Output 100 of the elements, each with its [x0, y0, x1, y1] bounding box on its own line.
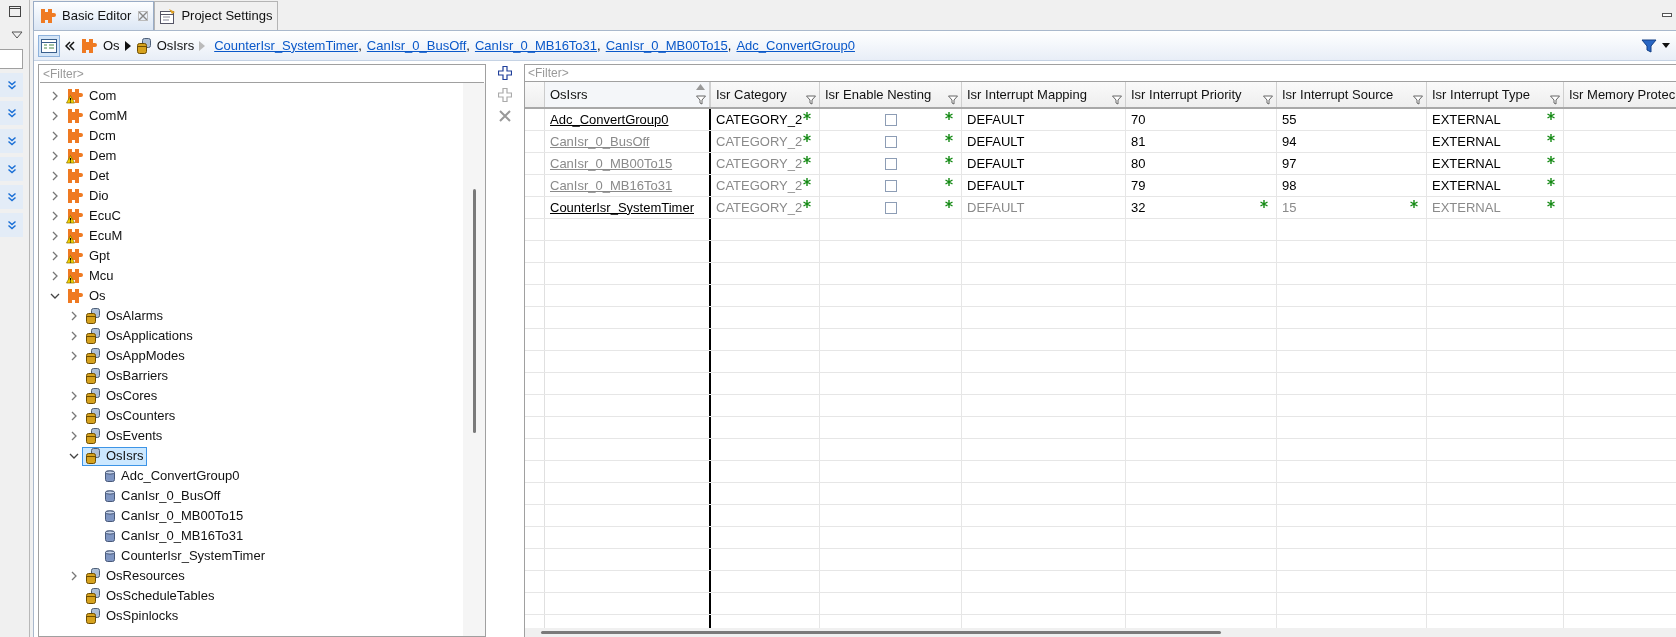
reference-link[interactable]: CanIsr_0_MB00To15 — [605, 35, 728, 56]
column-header[interactable]: Isr Category — [711, 82, 820, 107]
scrollbar-thumb[interactable] — [541, 631, 1221, 634]
tree-item[interactable]: CanIsr_0_MB00To15 — [101, 506, 247, 526]
chevron-right-icon[interactable] — [50, 111, 60, 121]
breadcrumb-item[interactable]: Os — [103, 35, 120, 56]
checkbox[interactable] — [884, 157, 897, 170]
expand-button[interactable] — [0, 73, 23, 97]
reference-link[interactable]: Adc_ConvertGroup0 — [736, 35, 855, 56]
row-link[interactable]: CanIsr_0_BusOff — [550, 131, 650, 152]
double-chevron-icon[interactable] — [65, 40, 75, 51]
tree-item[interactable]: CounterIsr_SystemTimer — [101, 546, 268, 566]
expand-button[interactable] — [0, 185, 23, 209]
scrollbar-thumb[interactable] — [472, 189, 476, 433]
tree-item[interactable]: Adc_ConvertGroup0 — [101, 466, 243, 486]
tree-item[interactable]: OsCounters — [82, 406, 179, 426]
column-header[interactable]: Isr Memory Protec — [1564, 82, 1676, 107]
tree-item[interactable]: Gpt — [63, 246, 113, 266]
editor-view-button[interactable] — [38, 34, 60, 57]
filter-icon[interactable] — [1112, 95, 1122, 105]
filter-icon[interactable] — [806, 95, 816, 105]
editor-tab[interactable]: Project Settings — [154, 1, 279, 30]
chevron-right-icon[interactable] — [69, 311, 79, 321]
tree-item[interactable]: OsEvents — [82, 426, 166, 446]
chevron-right-icon[interactable] — [50, 131, 60, 141]
chevron-right-icon[interactable] — [50, 271, 60, 281]
chevron-right-icon[interactable] — [50, 91, 60, 101]
maximize-icon[interactable] — [8, 6, 21, 17]
row-link[interactable]: Adc_ConvertGroup0 — [550, 109, 669, 130]
chevron-right-icon[interactable] — [50, 191, 60, 201]
chevron-right-icon[interactable] — [50, 211, 60, 221]
filter-icon[interactable] — [1641, 37, 1657, 54]
expand-button[interactable] — [0, 129, 23, 153]
checkbox[interactable] — [884, 179, 897, 192]
tree-item[interactable]: Det — [63, 166, 113, 186]
tree-item[interactable]: Mcu — [63, 266, 117, 286]
filter-field[interactable]: <Filter> — [40, 65, 484, 83]
input-field[interactable] — [0, 49, 23, 69]
row-link[interactable]: CanIsr_0_MB16To31 — [550, 175, 673, 196]
tree-item[interactable]: CanIsr_0_MB16To31 — [101, 526, 247, 546]
close-icon[interactable] — [138, 11, 149, 21]
expand-button[interactable] — [0, 157, 23, 181]
column-header[interactable]: Isr Enable Nesting — [820, 82, 962, 107]
filter-icon[interactable] — [696, 95, 706, 105]
chevron-right-icon[interactable] — [50, 251, 60, 261]
caret-icon[interactable] — [1662, 43, 1670, 48]
tree-item[interactable]: OsAlarms — [82, 306, 167, 326]
checkbox[interactable] — [884, 113, 897, 126]
tree-item[interactable]: EcuM — [63, 226, 126, 246]
checkbox[interactable] — [884, 201, 897, 214]
delete-icon[interactable] — [499, 110, 511, 122]
expand-button[interactable] — [0, 101, 23, 125]
chevron-down-icon[interactable] — [50, 291, 60, 301]
tree-item[interactable]: Dio — [63, 186, 112, 206]
add-icon[interactable] — [498, 66, 512, 80]
chevron-right-icon[interactable] — [50, 151, 60, 161]
expand-button[interactable] — [0, 213, 23, 237]
chevron-right-icon[interactable] — [69, 411, 79, 421]
row-link[interactable]: CounterIsr_SystemTimer — [550, 197, 694, 218]
row-link[interactable]: CanIsr_0_MB00To15 — [550, 153, 673, 174]
column-header[interactable]: Isr Interrupt Priority — [1126, 82, 1277, 107]
tree-item[interactable]: OsSpinlocks — [82, 606, 182, 626]
tree-item[interactable]: OsBarriers — [82, 366, 172, 386]
filter-icon[interactable] — [1263, 95, 1273, 105]
column-header[interactable]: Isr Interrupt Source — [1277, 82, 1427, 107]
chevron-right-icon[interactable] — [50, 171, 60, 181]
tree-item[interactable]: Dem — [63, 146, 120, 166]
checkbox[interactable] — [884, 135, 897, 148]
dropdown-icon[interactable] — [11, 31, 23, 39]
tree-item[interactable]: ComM — [63, 106, 131, 126]
filter-icon[interactable] — [1550, 95, 1560, 105]
column-header[interactable]: OsIsrs — [545, 82, 711, 107]
chevron-right-icon[interactable] — [69, 351, 79, 361]
tree-item[interactable]: OsResources — [82, 566, 188, 586]
chevron-right-icon[interactable] — [69, 431, 79, 441]
chevron-down-icon[interactable] — [69, 451, 79, 461]
tree-item[interactable]: Dcm — [63, 126, 119, 146]
tree-item[interactable]: OsApplications — [82, 326, 196, 346]
breadcrumb-item[interactable]: OsIsrs — [156, 35, 195, 56]
add-child-icon[interactable] — [498, 88, 512, 102]
tree-item[interactable]: CanIsr_0_BusOff — [101, 486, 224, 506]
minimize-icon[interactable] — [1662, 12, 1672, 18]
column-header[interactable]: Isr Interrupt Type — [1427, 82, 1564, 107]
chevron-right-icon[interactable] — [69, 331, 79, 341]
triangle-right-icon[interactable] — [124, 40, 131, 51]
tree-item[interactable]: OsIsrs — [82, 446, 147, 466]
tree-item[interactable]: OsScheduleTables — [82, 586, 218, 606]
editor-tab[interactable]: Basic Editor — [33, 1, 155, 30]
tree-item[interactable]: OsAppModes — [82, 346, 188, 366]
tree-item[interactable]: Com — [63, 86, 120, 106]
filter-icon[interactable] — [1413, 95, 1423, 105]
filter-icon[interactable] — [948, 95, 958, 105]
tree-item[interactable]: OsCores — [82, 386, 161, 406]
tree-item[interactable]: EcuC — [63, 206, 124, 226]
chevron-right-icon[interactable] — [50, 231, 60, 241]
reference-link[interactable]: CanIsr_0_BusOff — [366, 35, 467, 56]
column-header[interactable]: Isr Interrupt Mapping — [962, 82, 1126, 107]
reference-link[interactable]: CounterIsr_SystemTimer — [214, 35, 359, 56]
chevron-right-icon[interactable] — [69, 391, 79, 401]
chevron-right-icon[interactable] — [69, 571, 79, 581]
